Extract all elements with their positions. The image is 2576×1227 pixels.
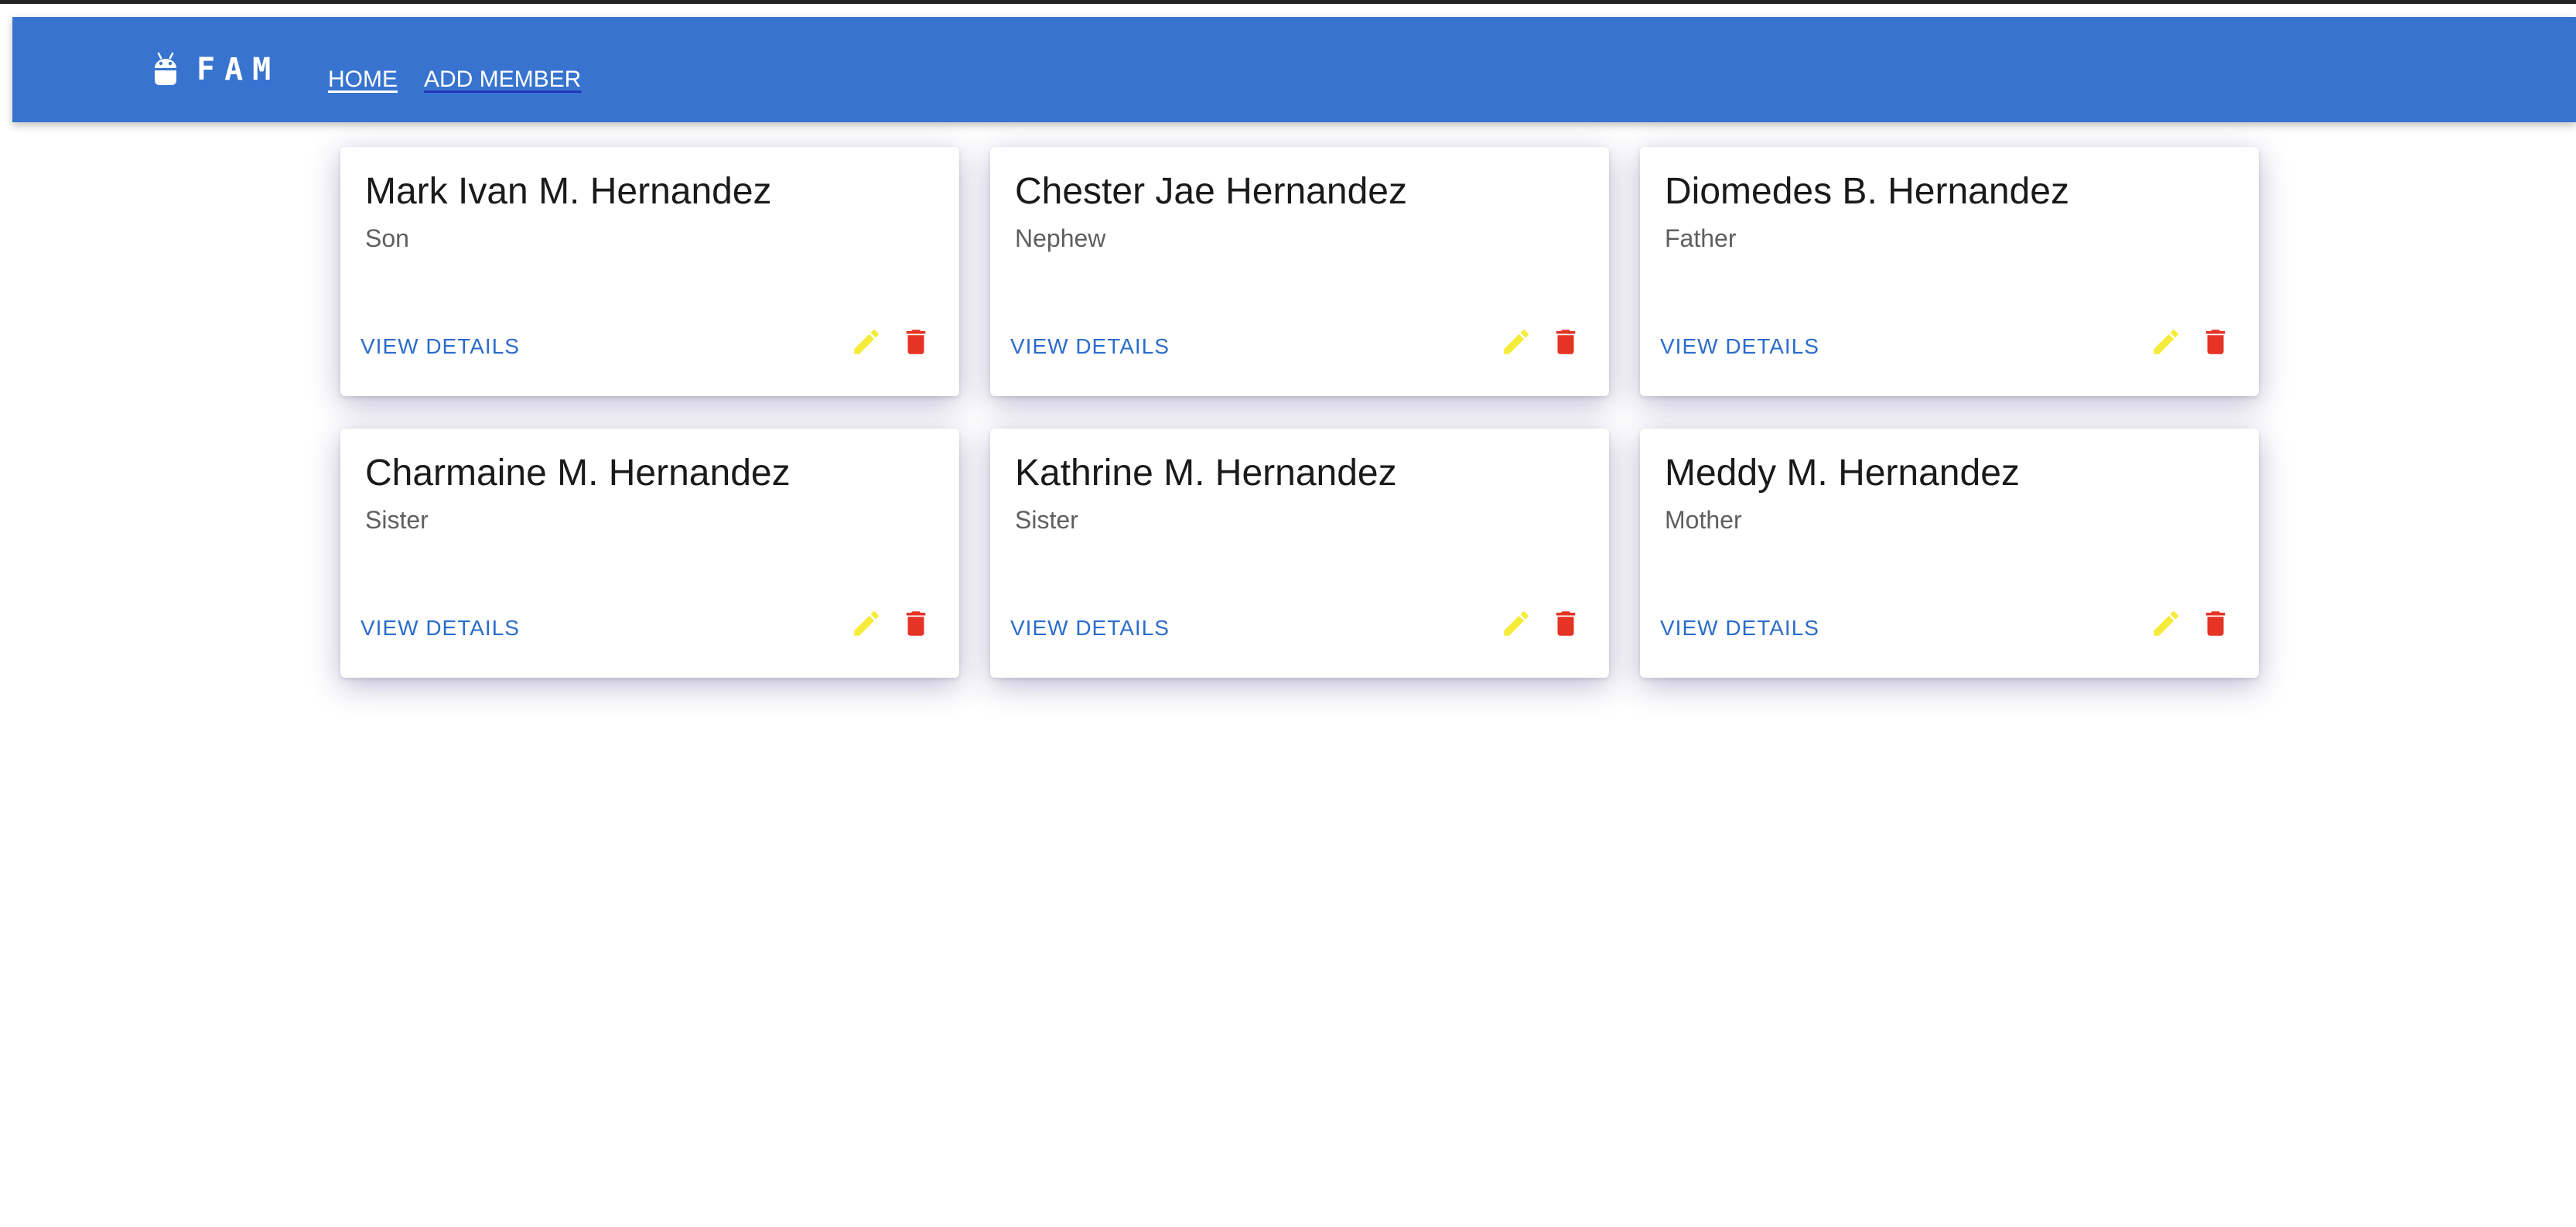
member-relation: Father bbox=[1665, 224, 1737, 252]
edit-button[interactable] bbox=[848, 323, 885, 361]
delete-button[interactable] bbox=[2197, 323, 2234, 361]
nav-link-home[interactable]: HOME bbox=[328, 67, 398, 93]
brand-logo[interactable]: FAM bbox=[152, 48, 280, 91]
nav-links: HOME ADD MEMBER bbox=[328, 67, 581, 93]
brand-text: FAM bbox=[196, 52, 281, 87]
nav-link-add-member[interactable]: ADD MEMBER bbox=[424, 67, 581, 93]
member-card: Meddy M. Hernandez Mother VIEW DETAILS bbox=[1640, 429, 2259, 678]
window-top-edge bbox=[0, 0, 2576, 4]
edit-button[interactable] bbox=[2147, 323, 2185, 361]
member-name: Diomedes B. Hernandez bbox=[1665, 171, 2069, 212]
member-relation: Sister bbox=[1015, 506, 1078, 534]
trash-icon bbox=[1556, 330, 1576, 354]
member-name: Meddy M. Hernandez bbox=[1665, 453, 2020, 494]
edit-button[interactable] bbox=[1498, 605, 1535, 642]
navbar: FAM HOME ADD MEMBER bbox=[12, 17, 2576, 122]
edit-button[interactable] bbox=[1498, 323, 1535, 361]
member-card: Chester Jae Hernandez Nephew VIEW DETAIL… bbox=[990, 147, 1609, 396]
member-name: Kathrine M. Hernandez bbox=[1015, 453, 1397, 494]
delete-button[interactable] bbox=[1547, 323, 1584, 361]
view-details-button[interactable]: VIEW DETAILS bbox=[1660, 616, 1819, 641]
member-name: Mark Ivan M. Hernandez bbox=[365, 171, 772, 212]
trash-icon bbox=[1556, 611, 1576, 636]
member-card: Kathrine M. Hernandez Sister VIEW DETAIL… bbox=[990, 429, 1609, 678]
trash-icon bbox=[906, 330, 926, 354]
member-relation: Nephew bbox=[1015, 224, 1106, 252]
member-card-grid: Mark Ivan M. Hernandez Son VIEW DETAILS … bbox=[340, 147, 2259, 678]
member-relation: Son bbox=[365, 224, 409, 252]
member-card: Charmaine M. Hernandez Sister VIEW DETAI… bbox=[340, 429, 959, 678]
edit-button[interactable] bbox=[2147, 605, 2185, 642]
member-name: Chester Jae Hernandez bbox=[1015, 171, 1407, 212]
delete-button[interactable] bbox=[2197, 605, 2234, 642]
trash-icon bbox=[2205, 611, 2226, 636]
member-relation: Mother bbox=[1665, 506, 1742, 534]
member-name: Charmaine M. Hernandez bbox=[365, 453, 791, 494]
delete-button[interactable] bbox=[897, 605, 934, 642]
pencil-icon bbox=[2154, 611, 2178, 636]
trash-icon bbox=[2205, 330, 2226, 354]
delete-button[interactable] bbox=[897, 323, 934, 361]
member-relation: Sister bbox=[365, 506, 429, 534]
view-details-button[interactable]: VIEW DETAILS bbox=[1010, 616, 1170, 641]
view-details-button[interactable]: VIEW DETAILS bbox=[1660, 334, 1819, 359]
pencil-icon bbox=[1504, 611, 1529, 636]
pencil-icon bbox=[854, 330, 879, 354]
pencil-icon bbox=[2154, 330, 2178, 354]
member-card: Diomedes B. Hernandez Father VIEW DETAIL… bbox=[1640, 147, 2259, 396]
delete-button[interactable] bbox=[1547, 605, 1584, 642]
view-details-button[interactable]: VIEW DETAILS bbox=[1010, 334, 1170, 359]
trash-icon bbox=[906, 611, 926, 636]
view-details-button[interactable]: VIEW DETAILS bbox=[360, 334, 520, 359]
pencil-icon bbox=[854, 611, 879, 636]
android-icon bbox=[155, 52, 176, 85]
edit-button[interactable] bbox=[848, 605, 885, 642]
pencil-icon bbox=[1504, 330, 1529, 354]
view-details-button[interactable]: VIEW DETAILS bbox=[360, 616, 520, 641]
member-card: Mark Ivan M. Hernandez Son VIEW DETAILS bbox=[340, 147, 959, 396]
